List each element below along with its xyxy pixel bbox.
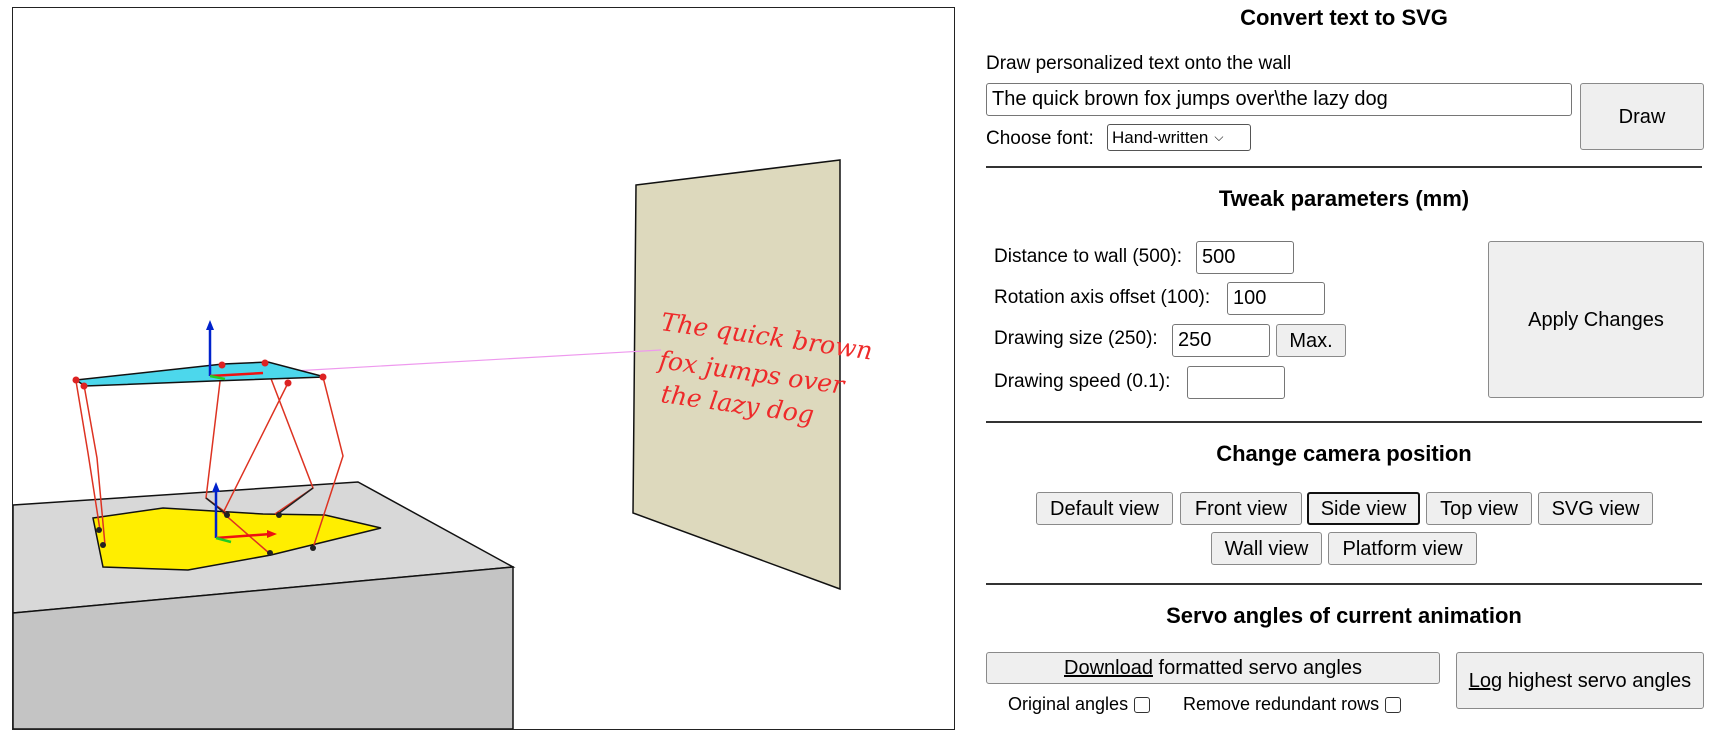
svg-text-input[interactable]	[986, 83, 1572, 116]
speed-input[interactable]	[1187, 366, 1285, 399]
divider	[986, 583, 1702, 585]
speed-label: Drawing speed (0.1):	[994, 371, 1171, 392]
wall-view-button[interactable]: Wall view	[1211, 532, 1322, 565]
original-angles-checkbox[interactable]	[1134, 696, 1151, 713]
control-panel: Convert text to SVG Draw personalized te…	[986, 0, 1704, 735]
rotation-label: Rotation axis offset (100):	[994, 287, 1211, 308]
draw-button[interactable]: Draw	[1580, 83, 1704, 150]
front-view-button[interactable]: Front view	[1180, 492, 1302, 525]
download-button-text: formatted servo angles	[1152, 657, 1362, 679]
tweak-title: Tweak parameters (mm)	[1218, 186, 1470, 211]
distance-input[interactable]	[1196, 241, 1294, 274]
platform-view-button[interactable]: Platform view	[1328, 532, 1477, 565]
3d-viewport[interactable]: The quick brown fox jumps over the lazy …	[12, 7, 955, 730]
convert-title: Convert text to SVG	[1240, 5, 1448, 30]
size-label: Drawing size (250):	[994, 328, 1158, 349]
side-view-button[interactable]: Side view	[1307, 492, 1420, 525]
remove-redundant-label: Remove redundant rows	[1183, 694, 1380, 714]
convert-description: Draw personalized text onto the wall	[986, 53, 1292, 74]
log-button-text: highest servo angles	[1502, 669, 1692, 692]
laser-beam	[292, 349, 662, 372]
original-angles-label: Original angles	[1008, 694, 1129, 714]
divider	[986, 166, 1702, 168]
top-view-button[interactable]: Top view	[1426, 492, 1532, 525]
max-button[interactable]: Max.	[1276, 324, 1346, 357]
svg-view-button[interactable]: SVG view	[1538, 492, 1653, 525]
log-highest-servo-angles-button[interactable]: Log highest servo angles	[1456, 652, 1704, 709]
default-view-button[interactable]: Default view	[1036, 492, 1173, 525]
scene-canvas[interactable]: The quick brown fox jumps over the lazy …	[13, 8, 954, 729]
log-link[interactable]: Log	[1469, 670, 1502, 692]
download-servo-angles-button[interactable]: Download formatted servo angles	[986, 652, 1440, 684]
rotation-input[interactable]	[1227, 282, 1325, 315]
font-select[interactable]: Hand-written ⌵	[1107, 124, 1251, 151]
wall-handwriting: The quick brown fox jumps over the lazy …	[655, 307, 874, 429]
download-link[interactable]: Download	[1064, 657, 1153, 679]
font-label: Choose font:	[986, 128, 1094, 149]
distance-label: Distance to wall (500):	[994, 246, 1182, 267]
remove-redundant-checkbox[interactable]	[1385, 696, 1402, 713]
servo-title: Servo angles of current animation	[1166, 603, 1522, 628]
size-input[interactable]	[1172, 324, 1270, 357]
apply-changes-button[interactable]: Apply Changes	[1488, 241, 1704, 398]
original-angles-option[interactable]: Original angles	[1008, 694, 1151, 715]
remove-redundant-option[interactable]: Remove redundant rows	[1183, 694, 1402, 715]
font-selected-value: Hand-written	[1112, 127, 1209, 147]
camera-title: Change camera position	[1216, 441, 1472, 466]
chevron-down-icon: ⌵	[1214, 130, 1224, 144]
divider	[986, 421, 1702, 423]
